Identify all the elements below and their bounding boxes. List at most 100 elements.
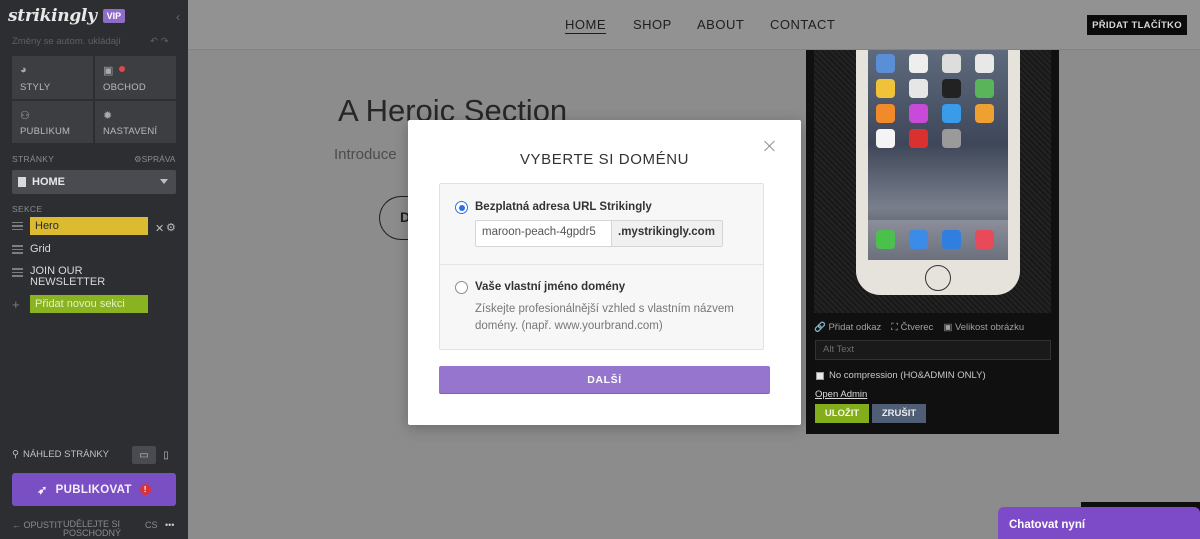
subdomain-input[interactable]: maroon-peach-4gpdr5	[475, 220, 612, 247]
add-button[interactable]: PŘIDAT TLAČÍTKO	[1087, 15, 1187, 35]
phone-image	[856, 50, 1020, 295]
section-settings-icon[interactable]: ⚙	[166, 221, 176, 234]
section-item-hero[interactable]: Hero	[12, 217, 148, 235]
hero-subtitle[interactable]: Introduce	[334, 146, 397, 163]
image-tools: 🔗 Přidat odkaz ⛶ Čtverec ▣ Velikost obrá…	[814, 322, 1024, 333]
modal-title: VYBERTE SI DOMÉNU	[519, 151, 690, 168]
app-tile	[876, 230, 895, 249]
app-tile	[876, 104, 895, 123]
divider	[440, 264, 763, 265]
alt-text-input[interactable]: Alt Text	[815, 340, 1051, 360]
gear-icon: ✹	[103, 109, 113, 122]
square-tool[interactable]: ⛶ Čtverec	[891, 322, 933, 333]
phone-home-button	[925, 265, 951, 291]
chat-widget[interactable]: Chatovat nyní	[998, 507, 1200, 539]
open-admin-link[interactable]: Open Admin	[815, 389, 867, 400]
notification-dot	[119, 66, 125, 72]
search-icon: ⚲	[12, 449, 19, 460]
delete-section-icon[interactable]: ✕	[155, 222, 164, 235]
more-icon[interactable]: •••	[165, 521, 174, 530]
undo-redo-icons[interactable]: ↶ ↷	[150, 36, 169, 47]
image-size-tool[interactable]: ▣ Velikost obrázku	[943, 322, 1024, 333]
language-selector[interactable]: CS	[145, 521, 158, 530]
page-select[interactable]: HOME	[12, 170, 176, 194]
tile-label: NASTAVENÍ	[103, 126, 158, 137]
app-tile	[942, 129, 961, 148]
share-link[interactable]: UDĚLEJTE SI POSCHODNÝ	[63, 520, 135, 538]
section-label: Hero	[30, 217, 148, 235]
desktop-preview-icon[interactable]: ▭	[132, 446, 156, 464]
drag-handle-icon[interactable]	[12, 243, 23, 256]
manage-pages-link[interactable]: ⚙SPRÁVA	[134, 154, 175, 165]
app-tile	[909, 104, 928, 123]
app-tile	[942, 79, 961, 98]
add-link-label: Přidat odkaz	[828, 322, 882, 333]
tile-label: OBCHOD	[103, 81, 146, 93]
app-tile	[942, 104, 961, 123]
tile-shop[interactable]: ▣ OBCHOD	[95, 56, 176, 99]
bag-icon: ▣	[103, 65, 114, 77]
add-section-button[interactable]: Přidat novou sekci	[30, 295, 148, 313]
app-tile	[975, 79, 994, 98]
users-icon: ⚇	[20, 109, 30, 122]
custom-domain-label[interactable]: Vaše vlastní jméno domény	[475, 281, 625, 293]
no-compression-checkbox[interactable]: No compression (HO&ADMIN ONLY)	[816, 370, 986, 381]
current-page: HOME	[32, 176, 65, 188]
nav-contact[interactable]: CONTACT	[770, 17, 835, 32]
cancel-button[interactable]: ZRUŠIT	[872, 404, 926, 423]
section-item-newsletter[interactable]: JOIN OUR NEWSLETTER	[12, 266, 120, 288]
tile-styles[interactable]: ◕ STYLY	[12, 56, 93, 99]
radio-free-domain[interactable]	[455, 201, 468, 214]
add-link-tool[interactable]: 🔗 Přidat odkaz	[814, 322, 881, 333]
image-editor-panel: 🔗 Přidat odkaz ⛶ Čtverec ▣ Velikost obrá…	[806, 50, 1059, 434]
phone-screen	[868, 50, 1008, 260]
page-icon	[18, 177, 26, 187]
save-button[interactable]: ULOŽIT	[815, 404, 869, 423]
free-domain-label[interactable]: Bezplatná adresa URL Strikingly	[475, 201, 652, 213]
manage-label: SPRÁVA	[141, 154, 176, 164]
app-tile	[909, 54, 928, 73]
phone-dock	[868, 220, 1008, 260]
section-item-grid[interactable]: Grid	[12, 243, 51, 256]
mobile-preview-icon[interactable]: ▯	[154, 446, 178, 464]
next-button[interactable]: DALŠÍ	[439, 366, 770, 394]
tile-label: PUBLIKUM	[20, 126, 71, 137]
nav-about[interactable]: ABOUT	[697, 17, 744, 32]
settings-tiles: ◕ STYLY ▣ OBCHOD ⚇ PUBLIKUM ✹ NASTAVENÍ	[12, 56, 176, 143]
section-label: Grid	[30, 242, 51, 255]
no-compression-label: No compression (HO&ADMIN ONLY)	[829, 370, 986, 381]
logo-row: strikingly VIP	[8, 6, 126, 26]
nav-home[interactable]: HOME	[565, 17, 606, 32]
tile-audience[interactable]: ⚇ PUBLIKUM	[12, 100, 93, 143]
drag-handle-icon[interactable]	[12, 220, 23, 233]
publish-label: PUBLIKOVAT	[55, 483, 132, 496]
site-navbar: HOME SHOP ABOUT CONTACT PŘIDAT TLAČÍTKO	[188, 0, 1200, 50]
preview-label: NÁHLED STRÁNKY	[22, 449, 110, 460]
domain-options: Bezplatná adresa URL Strikingly maroon-p…	[439, 183, 764, 350]
pages-label: STRÁNKY	[12, 154, 55, 164]
warning-icon: !	[139, 484, 151, 495]
rocket-icon: ➶	[37, 482, 48, 497]
app-tile	[876, 129, 895, 148]
add-section-row[interactable]: + Přidat novou sekci	[12, 295, 148, 313]
app-tile	[975, 54, 994, 73]
publish-button[interactable]: ➶ PUBLIKOVAT !	[12, 473, 176, 506]
collapse-sidebar-icon[interactable]: ‹	[176, 10, 180, 24]
custom-domain-description: Získejte profesionálnější vzhled s vlast…	[475, 303, 734, 332]
app-tile	[909, 230, 928, 249]
logo: strikingly	[8, 6, 97, 26]
checkbox[interactable]	[816, 371, 824, 380]
nav-shop[interactable]: SHOP	[633, 17, 672, 32]
app-tile	[942, 230, 961, 249]
app-tile	[909, 129, 928, 148]
exit-link[interactable]: ← OPUSTIT	[12, 521, 63, 530]
drag-handle-icon[interactable]	[12, 266, 23, 279]
plus-icon: +	[12, 296, 20, 312]
domain-modal: VYBERTE SI DOMÉNU Bezplatná adresa URL S…	[408, 120, 801, 425]
radio-custom-domain[interactable]	[455, 281, 468, 294]
image-size-label: Velikost obrázku	[954, 322, 1025, 333]
tile-settings[interactable]: ✹ NASTAVENÍ	[95, 100, 176, 143]
sections-label: SEKCE	[12, 204, 43, 214]
subdomain-suffix: .mystrikingly.com	[612, 220, 723, 247]
page-preview-label[interactable]: ⚲ NÁHLED STRÁNKY	[12, 449, 109, 460]
